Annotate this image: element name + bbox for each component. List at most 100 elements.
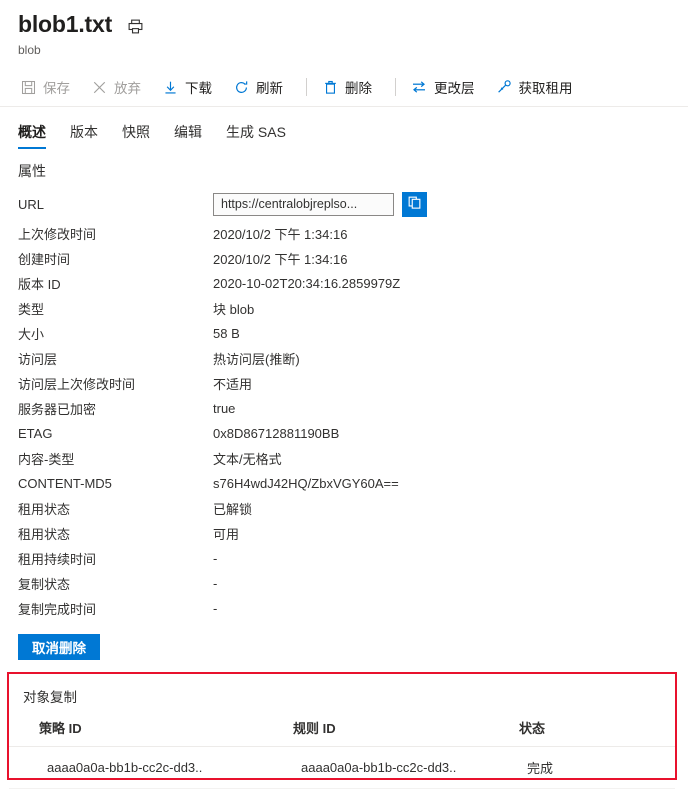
property-value: 可用 [213,527,240,542]
property-value: 热访问层(推断) [213,352,300,367]
delete-trash-icon [322,79,338,95]
property-row: 复制状态 - [18,571,688,596]
property-label: ETAG [18,426,53,441]
property-label: 租用状态 [18,527,71,542]
object-replication-heading: 对象复制 [23,690,77,705]
property-label: 类型 [18,302,45,317]
property-row: 租用状态 可用 [18,521,688,546]
property-value: 58 B [213,326,240,341]
property-label: 大小 [18,327,45,342]
property-row: 版本 ID 2020-10-02T20:34:16.2859979Z [18,271,688,296]
change-tier-button[interactable]: 更改层 [409,73,485,101]
change-tier-label: 更改层 [434,81,475,96]
change-tier-swap-icon [411,79,427,95]
properties-list: URL https://centralobjreplso... 上次修改时间 2… [0,187,688,621]
save-label: 保存 [43,81,70,96]
property-value: 0x8D86712881190BB [213,426,340,441]
property-label: 创建时间 [18,252,71,267]
undelete-button[interactable]: 取消删除 [18,634,100,660]
property-row: 类型 块 blob [18,296,688,321]
properties-heading: 属性 [18,163,46,179]
property-label: 版本 ID [18,277,61,292]
property-row: 租用状态 已解锁 [18,496,688,521]
property-row: 内容-类型 文本/无格式 [18,446,688,471]
property-row: 租用持续时间 - [18,546,688,571]
tab-overview[interactable]: 概述 [18,123,46,149]
property-label: 访问层上次修改时间 [18,377,136,392]
column-header-policy-id[interactable]: 策略 ID [9,716,271,747]
property-row: CONTENT-MD5 s76H4wdJ42HQ/ZbxVGY60A== [18,471,688,496]
property-label: 复制状态 [18,577,71,592]
property-label: 访问层 [18,352,58,367]
tab-generate-sas[interactable]: 生成 SAS [226,123,286,149]
discard-label: 放弃 [114,81,141,96]
save-button[interactable]: 保存 [18,73,80,101]
object-replication-table: 策略 ID 规则 ID 状态 aaaa0a0a-bb1b-cc2c-dd3.. … [9,716,675,789]
property-row: 服务器已加密 true [18,396,688,421]
property-label: 租用状态 [18,502,71,517]
object-replication-panel: 对象复制 策略 ID 规则 ID 状态 aaaa0a0a-bb1b-cc2c-d… [7,672,677,789]
property-value: 已解锁 [213,502,253,517]
property-label: 租用持续时间 [18,552,97,567]
copy-icon [407,195,422,213]
property-value: s76H4wdJ42HQ/ZbxVGY60A== [213,476,399,491]
download-icon [162,79,178,95]
copy-url-button[interactable] [402,191,427,217]
property-value: 2020/10/2 下午 1:34:16 [213,227,348,242]
acquire-lease-label: 获取租用 [518,81,573,96]
download-button[interactable]: 下载 [160,73,222,101]
property-row: ETAG 0x8D86712881190BB [18,421,688,446]
property-value: - [213,576,218,591]
delete-label: 删除 [345,81,372,96]
property-row: 访问层 热访问层(推断) [18,346,688,371]
property-row: 上次修改时间 2020/10/2 下午 1:34:16 [18,221,688,246]
property-row: 访问层上次修改时间 不适用 [18,371,688,396]
url-label: URL [18,196,45,212]
property-row: 创建时间 2020/10/2 下午 1:34:16 [18,246,688,271]
property-value: 2020-10-02T20:34:16.2859979Z [213,276,401,291]
tab-edit[interactable]: 编辑 [174,123,202,149]
acquire-lease-key-icon [496,79,512,95]
property-value: true [213,401,236,416]
page-title: blob1.txt [18,11,113,37]
property-label: 上次修改时间 [18,227,97,242]
discard-button[interactable]: 放弃 [89,73,151,101]
column-header-status[interactable]: 状态 [507,716,675,747]
save-icon [20,79,36,95]
delete-button[interactable]: 删除 [320,73,382,101]
property-row: 大小 58 B [18,321,688,346]
property-row: 复制完成时间 - [18,596,688,621]
property-label: 内容-类型 [18,452,75,467]
refresh-icon [233,79,249,95]
tab-versions[interactable]: 版本 [70,123,98,149]
page-subtitle: blob [18,43,41,57]
table-row[interactable]: aaaa0a0a-bb1b-cc2c-dd3.. aaaa0a0a-bb1b-c… [9,746,675,789]
acquire-lease-button[interactable]: 获取租用 [494,73,583,101]
printer-icon[interactable] [126,17,144,35]
toolbar-divider-2 [395,78,396,96]
property-value: - [213,601,218,616]
property-value: 不适用 [213,377,253,392]
property-value: 2020/10/2 下午 1:34:16 [213,252,348,267]
property-value: 文本/无格式 [213,452,282,467]
tab-snapshots[interactable]: 快照 [122,123,150,149]
property-value: - [213,551,218,566]
property-row-url: URL https://centralobjreplso... [18,187,688,221]
page-header: blob1.txt blob [0,0,688,58]
table-header-row: 策略 ID 规则 ID 状态 [9,716,675,747]
download-label: 下载 [185,81,212,96]
column-header-rule-id[interactable]: 规则 ID [271,716,507,747]
property-label: 复制完成时间 [18,602,97,617]
url-input[interactable]: https://centralobjreplso... [213,192,394,216]
toolbar-divider-1 [306,78,307,96]
refresh-label: 刷新 [256,81,283,96]
refresh-button[interactable]: 刷新 [231,73,293,101]
title-row: blob1.txt [18,10,688,38]
property-value: 块 blob [213,302,255,317]
command-toolbar: 保存 放弃 下载 刷新 删除 更改层 获取租用 [0,68,688,107]
cell-policy-id: aaaa0a0a-bb1b-cc2c-dd3.. [9,746,271,789]
property-label: CONTENT-MD5 [18,476,112,491]
discard-x-icon [91,79,107,95]
cell-status: 完成 [507,746,675,789]
property-label: 服务器已加密 [18,402,97,417]
